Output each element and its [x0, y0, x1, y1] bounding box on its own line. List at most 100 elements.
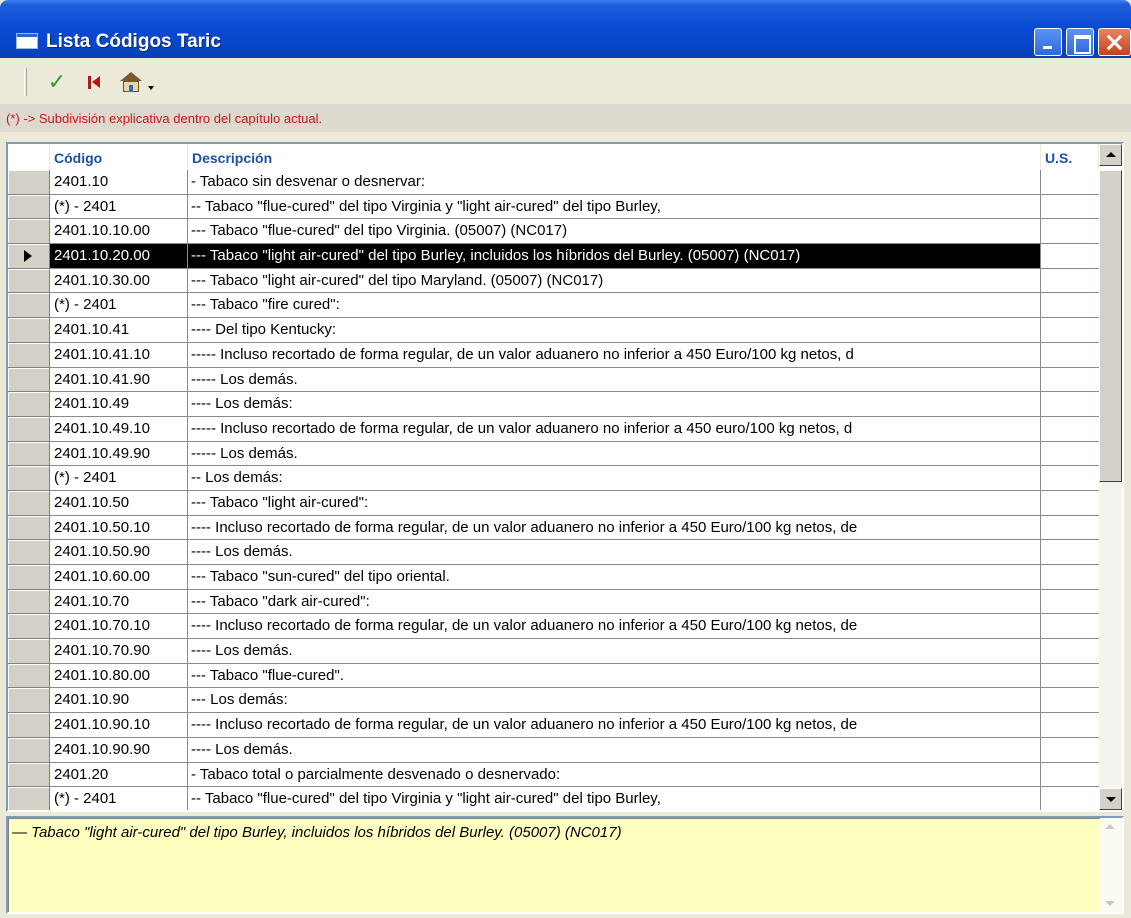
cell-description[interactable]: --- Tabaco "dark air-cured":	[188, 589, 1041, 615]
cell-description[interactable]: ---- Los demás:	[188, 392, 1041, 417]
row-selector[interactable]	[8, 194, 50, 220]
cell-description[interactable]: --- Tabaco "fire cured":	[188, 293, 1041, 319]
row-selector[interactable]	[8, 416, 50, 442]
cell-us[interactable]	[1041, 219, 1099, 245]
cell-us[interactable]	[1041, 491, 1099, 516]
first-record-button[interactable]	[80, 66, 106, 98]
table-row[interactable]: 2401.10.70.90 ---- Los demás.	[8, 639, 1099, 664]
cell-us[interactable]	[1041, 713, 1099, 738]
cell-description[interactable]: ----- Incluso recortado de forma regular…	[188, 342, 1041, 368]
table-row[interactable]: (*) - 2401 -- Tabaco "flue-cured" del tip…	[8, 194, 1099, 220]
cell-code[interactable]: 2401.10.70	[50, 589, 188, 615]
cell-us[interactable]	[1041, 738, 1099, 763]
cell-us[interactable]	[1041, 590, 1099, 615]
memo-scroll-up-icon[interactable]	[1105, 824, 1115, 829]
cell-us[interactable]	[1041, 516, 1099, 541]
cell-description[interactable]: ----- Los demás.	[188, 441, 1041, 467]
cell-code[interactable]: 2401.10.41.10	[50, 342, 188, 368]
cell-us[interactable]	[1041, 269, 1099, 294]
cell-code[interactable]: 2401.10.30.00	[50, 268, 188, 294]
cell-code[interactable]: 2401.10.70.90	[50, 639, 188, 664]
cell-code[interactable]: (*) - 2401	[50, 466, 188, 491]
table-row[interactable]: 2401.20- Tabaco total o parcialmente des…	[8, 762, 1099, 788]
cell-code[interactable]: 2401.10.41.90	[50, 367, 188, 393]
table-row[interactable]: 2401.10.90.10 ---- Incluso recortado de f…	[8, 713, 1099, 738]
table-row[interactable]: (*) - 2401 -- Los demás:	[8, 466, 1099, 491]
cell-description[interactable]: -- Tabaco "flue-cured" del tipo Virginia…	[188, 787, 1041, 810]
row-selector[interactable]	[8, 540, 50, 565]
table-row[interactable]: 2401.10.41.10 ----- Incluso recortado de …	[8, 342, 1099, 368]
cell-code[interactable]: 2401.10.90.90	[50, 737, 188, 763]
cell-us[interactable]	[1041, 787, 1099, 810]
row-selector[interactable]	[8, 219, 50, 245]
cell-code[interactable]: 2401.10.49.90	[50, 441, 188, 467]
column-header-us[interactable]: U.S.	[1041, 144, 1099, 170]
cell-us[interactable]	[1041, 368, 1099, 393]
cell-us[interactable]	[1041, 343, 1099, 368]
scroll-up-icon[interactable]	[1099, 144, 1122, 166]
row-selector[interactable]	[8, 737, 50, 763]
cell-code[interactable]: 2401.20	[50, 762, 188, 788]
cell-us[interactable]	[1041, 195, 1099, 220]
table-row[interactable]: 2401.10.49.90 ----- Los demás.	[8, 441, 1099, 467]
codes-grid[interactable]: Código Descripción U.S. 2401.10- Tabaco …	[6, 142, 1124, 812]
table-row[interactable]: 2401.10.60.00 --- Tabaco "sun-cured" del …	[8, 565, 1099, 590]
cell-us[interactable]	[1041, 442, 1099, 467]
row-selector[interactable]	[8, 663, 50, 689]
row-selector[interactable]	[8, 713, 50, 738]
row-selector[interactable]	[8, 170, 50, 195]
cell-description[interactable]: ---- Los demás.	[188, 639, 1041, 664]
memo-scroll-down-icon[interactable]	[1105, 901, 1115, 906]
row-selector[interactable]	[8, 787, 50, 810]
memo-scrollbar[interactable]	[1100, 818, 1122, 912]
cell-us[interactable]	[1041, 466, 1099, 491]
cell-us[interactable]	[1041, 614, 1099, 640]
table-row[interactable]: 2401.10.41 ---- Del tipo Kentucky:	[8, 318, 1099, 343]
table-row[interactable]: 2401.10.10.00 --- Tabaco "flue-cured" del…	[8, 219, 1099, 245]
row-selector[interactable]	[8, 466, 50, 491]
maximize-button[interactable]	[1066, 28, 1094, 56]
row-selector[interactable]	[8, 614, 50, 640]
cell-code[interactable]: 2401.10.49	[50, 392, 188, 417]
title-bar[interactable]: Lista Códigos Taric	[0, 0, 1131, 58]
cell-description[interactable]: - Tabaco sin desvenar o desnervar:	[188, 170, 1041, 195]
cell-code[interactable]: 2401.10.50	[50, 490, 188, 516]
cell-us[interactable]	[1041, 318, 1099, 343]
row-selector[interactable]	[8, 367, 50, 393]
cell-code[interactable]: (*) - 2401	[50, 194, 188, 220]
table-row[interactable]: 2401.10.41.90 ----- Los demás.	[8, 367, 1099, 393]
table-row[interactable]: 2401.10.49.10 ----- Incluso recortado de …	[8, 416, 1099, 442]
cell-description[interactable]: --- Tabaco "light air-cured" del tipo Bu…	[188, 244, 1041, 269]
table-row[interactable]: 2401.10.50.90 ---- Los demás.	[8, 540, 1099, 565]
cell-us[interactable]	[1041, 639, 1099, 664]
table-row[interactable]: (*) - 2401 -- Tabaco "flue-cured" del tip…	[8, 787, 1099, 810]
cell-description[interactable]: --- Tabaco "sun-cured" del tipo oriental…	[188, 565, 1041, 590]
table-row[interactable]: (*) - 2401 --- Tabaco "fire cured":	[8, 293, 1099, 319]
column-header-description[interactable]: Descripción	[188, 144, 1041, 170]
cell-description[interactable]: ---- Los demás.	[188, 737, 1041, 763]
dropdown-arrow-icon[interactable]	[148, 86, 154, 90]
cell-description[interactable]: ---- Del tipo Kentucky:	[188, 318, 1041, 343]
cell-code[interactable]: 2401.10.80.00	[50, 663, 188, 689]
cell-description[interactable]: --- Tabaco "light air-cured":	[188, 490, 1041, 516]
cell-code[interactable]: (*) - 2401	[50, 293, 188, 319]
cell-description[interactable]: --- Los demás:	[188, 688, 1041, 714]
cell-code[interactable]: (*) - 2401	[50, 787, 188, 810]
description-memo[interactable]: — Tabaco "light air-cured" del tipo Burl…	[6, 816, 1124, 914]
cell-code[interactable]: 2401.10.41	[50, 318, 188, 343]
scroll-thumb[interactable]	[1099, 170, 1122, 482]
row-selector[interactable]	[8, 589, 50, 615]
table-row[interactable]: 2401.10.30.00 --- Tabaco "light air-cured…	[8, 268, 1099, 294]
cell-code[interactable]: 2401.10.50.90	[50, 540, 188, 565]
close-button[interactable]	[1098, 28, 1131, 56]
cell-code[interactable]: 2401.10.50.10	[50, 515, 188, 541]
cell-code[interactable]: 2401.10.90	[50, 688, 188, 714]
table-row[interactable]: 2401.10.90.90 ---- Los demás.	[8, 737, 1099, 763]
cell-code[interactable]: 2401.10.49.10	[50, 416, 188, 442]
cell-us[interactable]	[1041, 244, 1099, 269]
row-selector[interactable]	[8, 515, 50, 541]
cell-us[interactable]	[1041, 392, 1099, 417]
cell-description[interactable]: --- Tabaco "flue-cured".	[188, 663, 1041, 689]
cell-us[interactable]	[1041, 170, 1099, 195]
cell-description[interactable]: ---- Incluso recortado de forma regular,…	[188, 713, 1041, 738]
